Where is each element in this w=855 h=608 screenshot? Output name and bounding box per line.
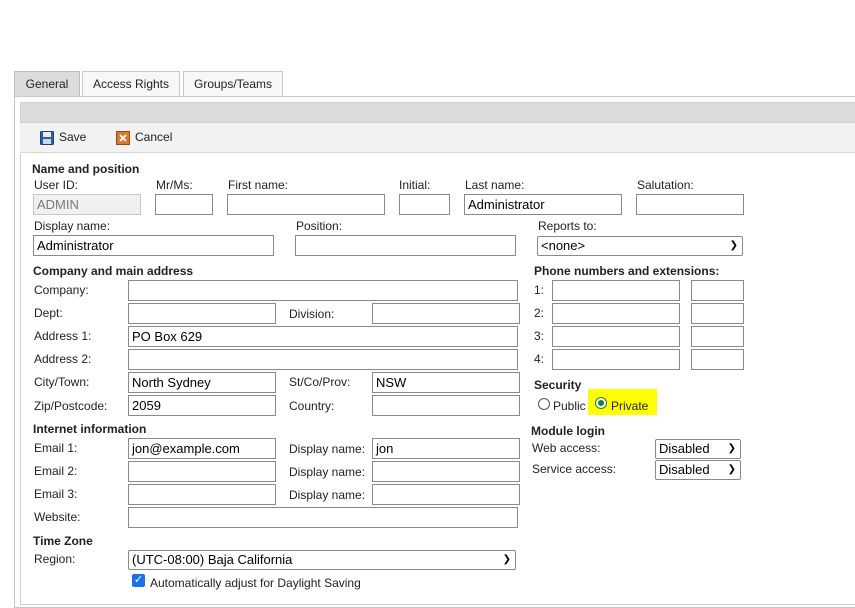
- web-access-select[interactable]: Disabled ❯: [655, 439, 741, 459]
- country-label: Country:: [289, 399, 335, 413]
- reports-to-select[interactable]: <none> ❯: [537, 236, 743, 256]
- email-field[interactable]: [128, 484, 276, 505]
- reports-to-value: <none>: [541, 238, 586, 253]
- phone-number-field[interactable]: [552, 303, 680, 324]
- phone-number-field[interactable]: [552, 326, 680, 347]
- website-label: Website:: [34, 510, 81, 524]
- address1-label: Address 1:: [34, 329, 92, 343]
- panel-header-bar: [20, 102, 855, 123]
- toolbar: Save Cancel: [20, 123, 855, 153]
- phone-number-field[interactable]: [552, 280, 680, 301]
- mrms-label: Mr/Ms:: [156, 178, 193, 192]
- initial-field[interactable]: [399, 194, 450, 215]
- first-name-label: First name:: [228, 178, 289, 192]
- company-heading: Company and main address: [33, 264, 194, 278]
- email-label: Email 1:: [34, 441, 78, 455]
- email-display-name-label: Display name:: [289, 442, 366, 456]
- phone-row-label: 2:: [534, 306, 545, 320]
- phone-row-label: 1:: [534, 283, 545, 297]
- user-id-label: User ID:: [34, 178, 79, 192]
- division-label: Division:: [289, 307, 335, 321]
- tab-general[interactable]: General: [14, 71, 80, 96]
- dept-field[interactable]: [128, 303, 276, 324]
- company-label: Company:: [34, 283, 89, 297]
- public-radio[interactable]: [538, 398, 550, 410]
- phone-heading: Phone numbers and extensions:: [534, 264, 720, 278]
- last-name-label: Last name:: [465, 178, 525, 192]
- dst-checkbox[interactable]: ✓: [132, 574, 145, 587]
- chevron-down-icon: ❯: [729, 240, 738, 251]
- email-display-name-field[interactable]: [372, 484, 520, 505]
- internet-heading: Internet information: [33, 422, 147, 436]
- last-name-field[interactable]: Administrator: [464, 194, 622, 215]
- email-display-name-field[interactable]: jon: [372, 438, 520, 459]
- dst-label: Automatically adjust for Daylight Saving: [150, 576, 361, 590]
- checkmark-icon: ✓: [133, 574, 144, 586]
- web-access-label: Web access:: [532, 441, 601, 455]
- web-access-value: Disabled: [659, 441, 710, 456]
- phone-row-label: 3:: [534, 329, 545, 343]
- city-field[interactable]: North Sydney: [128, 372, 276, 393]
- cancel-icon: [116, 131, 130, 145]
- tab-groups-teams[interactable]: Groups/Teams: [183, 71, 283, 96]
- zip-field[interactable]: 2059: [128, 395, 276, 416]
- chevron-down-icon: ❯: [502, 554, 511, 565]
- service-access-label: Service access:: [532, 462, 617, 476]
- state-field[interactable]: NSW: [372, 372, 520, 393]
- email-field[interactable]: [128, 461, 276, 482]
- salutation-label: Salutation:: [637, 178, 694, 192]
- email-field[interactable]: jon@example.com: [128, 438, 276, 459]
- phone-row-label: 4:: [534, 352, 545, 366]
- cancel-label: Cancel: [135, 130, 173, 144]
- initial-label: Initial:: [399, 178, 431, 192]
- chevron-down-icon: ❯: [727, 464, 736, 475]
- service-access-value: Disabled: [659, 462, 710, 477]
- dept-label: Dept:: [34, 306, 63, 320]
- phone-number-field[interactable]: [552, 349, 680, 370]
- chevron-down-icon: ❯: [727, 443, 736, 454]
- service-access-select[interactable]: Disabled ❯: [655, 460, 741, 480]
- name-position-heading: Name and position: [32, 162, 140, 176]
- display-name-label: Display name:: [34, 219, 111, 233]
- security-heading: Security: [534, 378, 582, 392]
- user-id-field: ADMIN: [33, 194, 141, 215]
- salutation-field[interactable]: [636, 194, 744, 215]
- region-value: (UTC-08:00) Baja California: [132, 552, 293, 567]
- phone-ext-field[interactable]: [691, 349, 744, 370]
- email-label: Email 3:: [34, 487, 78, 501]
- save-label: Save: [59, 130, 87, 144]
- private-label: Private: [611, 399, 649, 413]
- company-field[interactable]: [128, 280, 518, 301]
- city-label: City/Town:: [34, 375, 90, 389]
- address2-label: Address 2:: [34, 352, 92, 366]
- display-name-field[interactable]: Administrator: [33, 235, 274, 256]
- address1-field[interactable]: PO Box 629: [128, 326, 518, 347]
- address2-field[interactable]: [128, 349, 518, 370]
- email-display-name-label: Display name:: [289, 488, 366, 502]
- division-field[interactable]: [372, 303, 520, 324]
- phone-ext-field[interactable]: [691, 326, 744, 347]
- reports-to-label: Reports to:: [538, 219, 597, 233]
- public-label: Public: [553, 399, 586, 413]
- region-select[interactable]: (UTC-08:00) Baja California ❯: [128, 550, 516, 570]
- website-field[interactable]: [128, 507, 518, 528]
- position-label: Position:: [296, 219, 343, 233]
- zip-label: Zip/Postcode:: [34, 399, 108, 413]
- phone-ext-field[interactable]: [691, 280, 744, 301]
- floppy-disk-icon: [40, 131, 54, 145]
- module-login-heading: Module login: [531, 424, 605, 438]
- position-field[interactable]: [295, 235, 516, 256]
- phone-ext-field[interactable]: [691, 303, 744, 324]
- tab-access-rights[interactable]: Access Rights: [82, 71, 180, 96]
- mrms-field[interactable]: [155, 194, 213, 215]
- state-label: St/Co/Prov:: [289, 375, 351, 389]
- first-name-field[interactable]: [227, 194, 385, 215]
- private-radio[interactable]: [595, 397, 607, 409]
- country-field[interactable]: [372, 395, 520, 416]
- email-display-name-field[interactable]: [372, 461, 520, 482]
- email-label: Email 2:: [34, 464, 78, 478]
- timezone-heading: Time Zone: [33, 534, 93, 548]
- email-display-name-label: Display name:: [289, 465, 366, 479]
- region-label: Region:: [34, 552, 76, 566]
